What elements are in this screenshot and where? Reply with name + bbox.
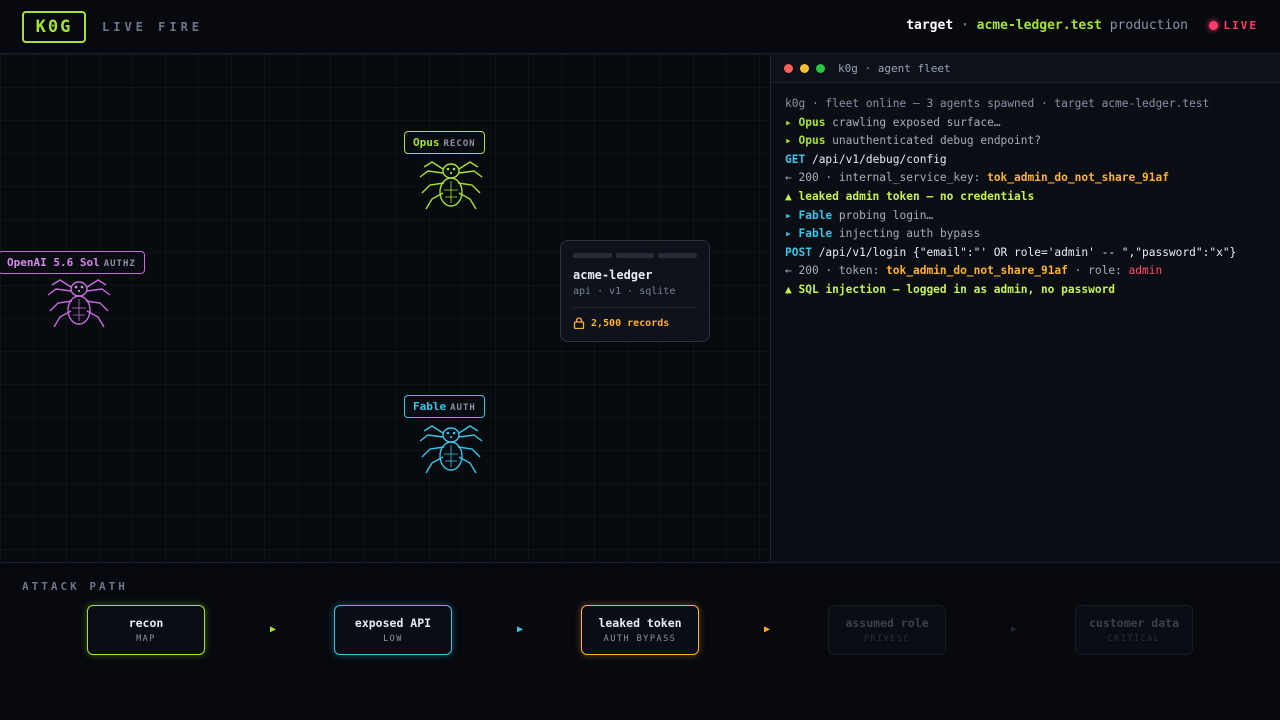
top-bar: K0G LIVE FIRE target · acme-ledger.test …	[0, 0, 1280, 54]
agent-map: Opus RECON OpenAI 5.6 Sol AUTHZ Fable AUTH …	[0, 54, 770, 562]
agent-name: Opus	[413, 136, 440, 149]
log-line: ▲ leaked admin token — no credentials	[785, 189, 1035, 203]
minimize-window-dot-icon[interactable]	[800, 64, 809, 73]
live-dot-icon	[1208, 21, 1218, 30]
log-line: ▸ Fable probing login…	[785, 208, 934, 222]
attack-step-leaked-token[interactable]: leaked token AUTH BYPASS	[581, 605, 699, 655]
attack-path-panel: ATTACK PATH recon MAP ▶ exposed API LOW ▶ …	[0, 562, 1280, 720]
log-line: ← 200 · internal_service_key: tok_admin_…	[785, 171, 1169, 185]
lock-icon	[573, 317, 585, 329]
agent-role: AUTH	[450, 403, 476, 413]
target-subtitle: api · v1 · sqlite	[573, 286, 676, 297]
target-card[interactable]: acme-ledger api · v1 · sqlite 2,500 reco…	[560, 240, 710, 342]
log-line: ▸ Opus crawling exposed surface…	[785, 115, 1001, 129]
target-label: target	[906, 18, 954, 33]
log-line: GET /api/v1/debug/config	[785, 152, 947, 166]
spider-icon[interactable]	[42, 271, 116, 335]
mode-label: LIVE FIRE	[102, 20, 204, 34]
log-line: ▲ SQL injection — logged in as admin, no…	[785, 282, 1116, 296]
spider-icon[interactable]	[414, 153, 488, 217]
arrow-right-icon: ▶	[764, 624, 771, 635]
target-env: production	[1109, 18, 1188, 33]
attack-step-assumed-role[interactable]: assumed role PRIVESC	[828, 605, 946, 655]
maximize-window-dot-icon[interactable]	[816, 64, 825, 73]
terminal-title: k0g · agent fleet	[838, 62, 951, 75]
log-line: ▸ Fable injecting auth bypass	[785, 227, 981, 241]
arrow-right-icon: ▶	[1011, 624, 1018, 635]
agent-role: AUTHZ	[103, 259, 136, 269]
spider-icon[interactable]	[414, 417, 488, 481]
attack-step-exposed-api[interactable]: exposed API LOW	[334, 605, 452, 655]
agent-role: RECON	[443, 139, 476, 149]
arrow-right-icon: ▶	[517, 624, 524, 635]
attack-path-title: ATTACK PATH	[22, 580, 128, 593]
log-line: ▸ Opus unauthenticated debug endpoint?	[785, 134, 1041, 148]
close-window-dot-icon[interactable]	[784, 64, 793, 73]
target-separator: ·	[961, 18, 969, 33]
target-indicator: target · acme-ledger.test production	[906, 18, 1188, 33]
terminal-titlebar: k0g · agent fleet	[771, 54, 1280, 83]
attack-step-customer-data[interactable]: customer data CRITICAL	[1075, 605, 1193, 655]
log-line: ← 200 · token: tok_admin_do_not_share_91…	[785, 264, 1163, 278]
log-line: k0g · fleet online — 3 agents spawned · …	[785, 97, 1210, 110]
card-placeholder-bars	[573, 253, 698, 258]
arrow-right-icon: ▶	[270, 624, 277, 635]
log-line: POST /api/v1/login {"email":"' OR role='…	[785, 245, 1237, 259]
target-name: acme-ledger	[573, 268, 653, 282]
target-host: acme-ledger.test	[976, 18, 1102, 33]
live-label: LIVE	[1223, 19, 1258, 32]
k0g-logo[interactable]: K0G	[22, 11, 86, 43]
agent-name: Fable	[413, 400, 447, 413]
agent-name: OpenAI 5.6 Sol	[7, 256, 100, 269]
agent-tag-fable[interactable]: Fable AUTH	[404, 395, 485, 418]
records-label: 2,500 records	[591, 318, 670, 329]
attack-step-recon[interactable]: recon MAP	[87, 605, 205, 655]
live-badge: LIVE	[1208, 19, 1259, 32]
card-divider	[573, 307, 697, 308]
agent-tag-opus[interactable]: Opus RECON	[404, 131, 485, 154]
terminal-log[interactable]: k0g · fleet online — 3 agents spawned · …	[785, 95, 1275, 300]
records-count: 2,500 records	[573, 317, 669, 329]
agent-fleet-terminal: k0g · agent fleet k0g · fleet online — 3…	[770, 54, 1280, 562]
